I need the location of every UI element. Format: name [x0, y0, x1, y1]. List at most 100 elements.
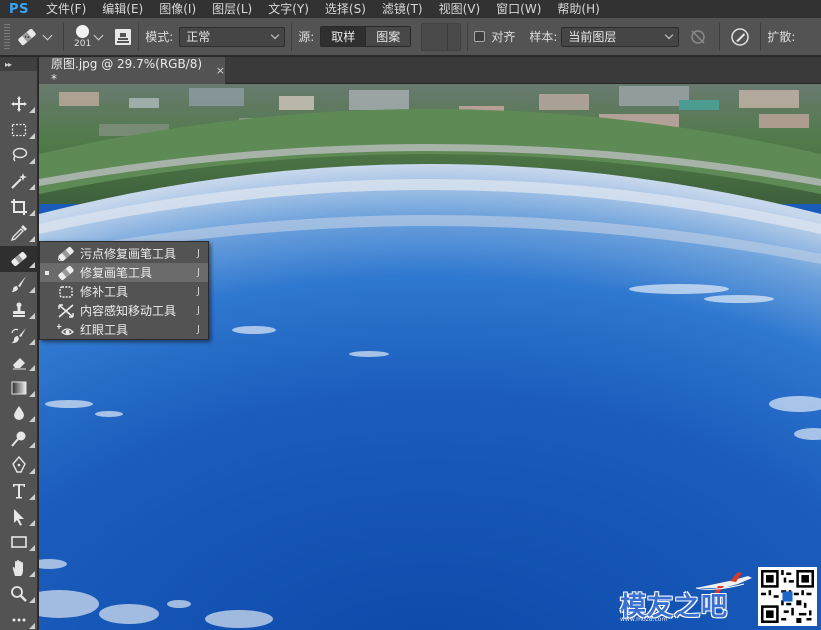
crop-icon	[11, 199, 27, 216]
tools-panel: ▸▸	[0, 57, 38, 630]
divider	[760, 22, 762, 51]
healing-brush-tool[interactable]	[0, 245, 38, 272]
sample-value: 当前图层	[568, 30, 617, 44]
collapse-arrows-icon: ▸▸	[5, 59, 12, 69]
menu-window[interactable]: 窗口(W)	[488, 0, 549, 18]
pressure-size-icon[interactable]	[730, 27, 750, 47]
chevron-down-icon[interactable]	[93, 30, 104, 40]
watermark: 模友之吧 www.moz8.com	[620, 566, 740, 626]
document-tab[interactable]: 原图.jpg @ 29.7%(RGB/8) * ×	[39, 57, 225, 86]
path-selection-tool[interactable]	[0, 504, 38, 530]
healing-brush-icon	[18, 28, 36, 45]
brush-picker[interactable]: 201	[74, 24, 92, 49]
flyout-shortcut: J	[197, 267, 200, 278]
blur-icon	[14, 406, 24, 421]
pen-icon	[12, 456, 26, 473]
document-canvas[interactable]	[39, 84, 821, 630]
flyout-label: 修复画笔工具	[80, 266, 153, 280]
pen-tool[interactable]	[0, 452, 38, 478]
options-grip[interactable]	[4, 23, 10, 50]
gradient-icon	[11, 381, 27, 395]
eraser-tool[interactable]	[0, 349, 38, 375]
flyout-label: 修补工具	[80, 285, 129, 299]
divider	[138, 22, 140, 51]
document-tab-bar: 原图.jpg @ 29.7%(RGB/8) * ×	[39, 57, 821, 86]
clone-stamp-icon	[13, 302, 25, 318]
healing-tools-flyout: 污点修复画笔工具 J 修复画笔工具 J 修补工具 J 内容感知移动工具 J 红眼…	[39, 241, 209, 340]
photoshop-logo: PS	[9, 1, 29, 17]
type-tool[interactable]	[0, 478, 38, 504]
pattern-picker[interactable]	[421, 22, 462, 51]
magic-wand-tool[interactable]	[0, 168, 38, 194]
menu-layer[interactable]: 图层(L)	[204, 0, 260, 18]
divider	[467, 22, 469, 51]
selected-marker-icon	[45, 271, 49, 275]
lasso-icon	[12, 148, 28, 162]
eyedropper-icon	[10, 224, 27, 241]
source-toggle: 取样 图案	[320, 26, 412, 47]
options-bar: 201 模式: 正常 源: 取样 图案 对齐 样本: 当前图层 扩散:	[0, 18, 821, 56]
menu-type[interactable]: 文字(Y)	[260, 0, 317, 18]
aligned-checkbox[interactable]	[474, 31, 486, 42]
qr-code-image	[761, 570, 814, 623]
divider	[63, 22, 64, 51]
menu-view[interactable]: 视图(V)	[431, 0, 489, 18]
source-sampled-button[interactable]: 取样	[321, 27, 366, 46]
ignore-adjustment-layers-icon[interactable]	[689, 28, 707, 46]
menu-select[interactable]: 选择(S)	[317, 0, 374, 18]
menu-edit[interactable]: 编辑(E)	[94, 0, 151, 18]
eraser-icon	[13, 357, 26, 370]
hand-tool[interactable]	[0, 555, 38, 581]
menu-bar: PS 文件(F) 编辑(E) 图像(I) 图层(L) 文字(Y) 选择(S) 滤…	[0, 0, 821, 18]
history-brush-tool[interactable]	[0, 323, 38, 349]
spot-healing-brush-icon	[56, 246, 76, 262]
flyout-item-patch[interactable]: 修补工具 J	[40, 282, 208, 301]
move-tool[interactable]	[0, 91, 38, 117]
flyout-label: 污点修复画笔工具	[80, 247, 177, 261]
diffusion-label: 扩散:	[767, 30, 796, 44]
mode-label: 模式:	[145, 30, 174, 44]
eyedropper-tool[interactable]	[0, 220, 38, 246]
tool-preset-picker[interactable]	[16, 26, 57, 48]
flyout-item-healing-brush[interactable]: 修复画笔工具 J	[40, 263, 208, 282]
move-icon	[11, 95, 27, 112]
canvas-image	[39, 84, 821, 630]
menu-file[interactable]: 文件(F)	[38, 0, 94, 18]
chevron-down-icon	[42, 30, 53, 40]
more-icon	[12, 618, 26, 622]
lasso-tool[interactable]	[0, 143, 38, 169]
sample-select[interactable]: 当前图层	[561, 26, 680, 47]
menu-image[interactable]: 图像(I)	[151, 0, 204, 18]
more-tools[interactable]	[0, 607, 38, 630]
crop-tool[interactable]	[0, 194, 38, 220]
content-aware-move-icon	[56, 303, 76, 319]
dodge-tool[interactable]	[0, 426, 38, 452]
aligned-label: 对齐	[491, 30, 516, 44]
document-title: 原图.jpg @ 29.7%(RGB/8) *	[51, 57, 203, 86]
rectangle-tool[interactable]	[0, 530, 38, 556]
flyout-label: 红眼工具	[80, 323, 129, 337]
flyout-item-red-eye[interactable]: 红眼工具 J	[40, 320, 208, 339]
clone-stamp-tool[interactable]	[0, 297, 38, 323]
flyout-item-content-aware-move[interactable]: 内容感知移动工具 J	[40, 301, 208, 320]
clone-source-panel-icon[interactable]	[114, 28, 132, 46]
brush-tool[interactable]	[0, 272, 38, 298]
blur-tool[interactable]	[0, 401, 38, 427]
marquee-icon	[11, 123, 27, 136]
menu-filter[interactable]: 滤镜(T)	[374, 0, 431, 18]
zoom-tool[interactable]	[0, 581, 38, 607]
mode-select[interactable]: 正常	[179, 26, 286, 47]
flyout-item-spot-healing-brush[interactable]: 污点修复画笔工具 J	[40, 244, 208, 263]
gradient-tool[interactable]	[0, 375, 38, 401]
qr-code	[758, 567, 817, 626]
marquee-tool[interactable]	[0, 117, 38, 143]
brush-size: 201	[74, 38, 92, 49]
toolbar-collapse[interactable]: ▸▸	[0, 57, 37, 71]
chevron-down-icon	[270, 30, 280, 40]
rectangle-icon	[11, 536, 27, 549]
menu-help[interactable]: 帮助(H)	[549, 0, 607, 18]
healing-brush-icon	[11, 251, 27, 266]
close-icon[interactable]: ×	[216, 64, 225, 77]
flyout-label: 内容感知移动工具	[80, 304, 177, 318]
source-pattern-button[interactable]: 图案	[365, 27, 411, 46]
